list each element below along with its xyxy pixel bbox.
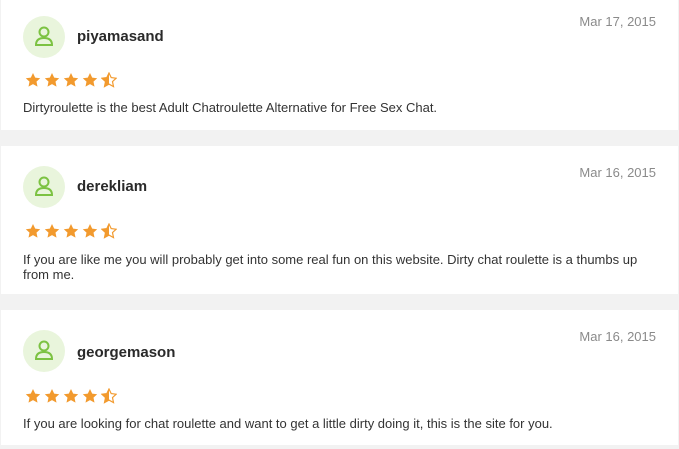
star-full-icon — [44, 73, 60, 87]
star-full-icon — [44, 389, 60, 403]
user-icon — [34, 340, 54, 360]
star-full-icon — [25, 389, 41, 403]
user-avatar — [23, 16, 65, 58]
star-rating — [25, 223, 117, 239]
star-half-icon — [101, 223, 117, 239]
star-full-icon — [44, 224, 60, 238]
review-card: derekliam Mar 16, 2015 If you are like m… — [1, 146, 678, 294]
star-half-icon — [101, 388, 117, 404]
star-full-icon — [63, 73, 79, 87]
review-card: georgemason Mar 16, 2015 If you are look… — [1, 310, 678, 445]
star-full-icon — [82, 73, 98, 87]
review-text: If you are looking for chat roulette and… — [23, 416, 553, 431]
star-rating — [25, 388, 117, 404]
username[interactable]: piyamasand — [77, 28, 164, 45]
star-full-icon — [82, 224, 98, 238]
star-full-icon — [63, 224, 79, 238]
user-avatar — [23, 330, 65, 372]
user-avatar — [23, 166, 65, 208]
star-full-icon — [63, 389, 79, 403]
review-card: piyamasand Mar 17, 2015 Dirtyroulette is… — [1, 0, 678, 130]
review-text: Dirtyroulette is the best Adult Chatroul… — [23, 100, 438, 115]
username[interactable]: georgemason — [77, 344, 175, 361]
review-date: Mar 16, 2015 — [579, 165, 656, 180]
review-date: Mar 16, 2015 — [579, 329, 656, 344]
star-half-icon — [101, 72, 117, 88]
review-date: Mar 17, 2015 — [579, 14, 656, 29]
star-full-icon — [25, 224, 41, 238]
user-icon — [34, 176, 54, 196]
review-text: If you are like me you will probably get… — [23, 252, 638, 282]
user-icon — [34, 26, 54, 46]
star-full-icon — [82, 389, 98, 403]
username[interactable]: derekliam — [77, 178, 147, 195]
star-rating — [25, 72, 117, 88]
star-full-icon — [25, 73, 41, 87]
